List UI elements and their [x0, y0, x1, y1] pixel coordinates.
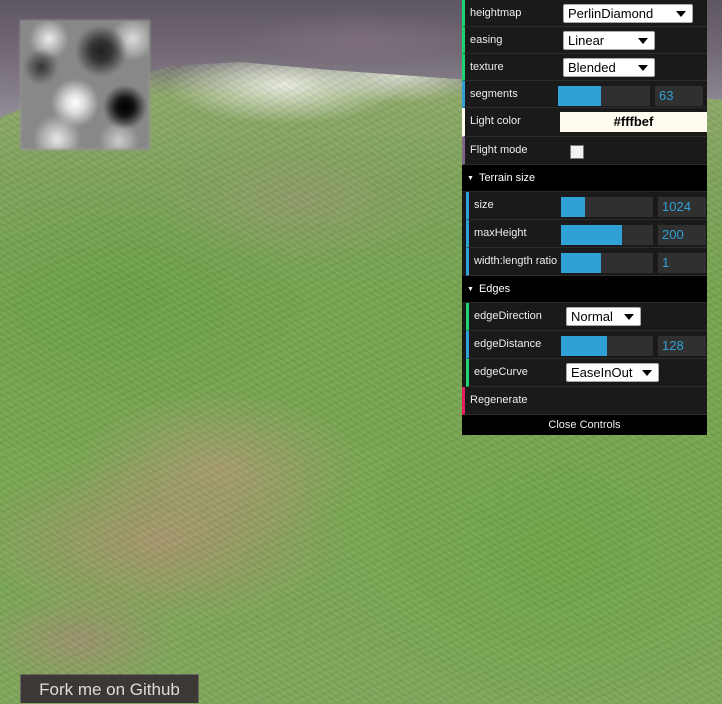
width-length-ratio-slider-fill [561, 253, 602, 273]
size-number-input[interactable]: 1024 [658, 197, 706, 217]
heightmap-label: heightmap [470, 7, 522, 19]
size-slider-fill [561, 197, 585, 217]
width-length-ratio-control: width:length ratio 1 [466, 248, 707, 276]
width-length-ratio-number-input[interactable]: 1 [658, 253, 706, 273]
chevron-down-icon [642, 370, 652, 376]
edge-curve-select[interactable]: EaseInOut [566, 363, 659, 382]
heightmap-select[interactable]: PerlinDiamond [563, 4, 693, 23]
segments-control: segments 63 [462, 81, 707, 108]
size-slider[interactable] [561, 197, 653, 217]
easing-label: easing [470, 34, 503, 46]
segments-slider[interactable] [558, 86, 650, 106]
edge-distance-label: edgeDistance [474, 338, 542, 350]
edge-direction-label: edgeDirection [474, 310, 542, 322]
edge-direction-select[interactable]: Normal [566, 307, 641, 326]
max-height-slider[interactable] [561, 225, 653, 245]
chevron-down-icon [624, 314, 634, 320]
chevron-down-icon [638, 65, 648, 71]
segments-slider-fill [558, 86, 602, 106]
triangle-down-icon: ▼ [467, 286, 474, 293]
edge-curve-control: edgeCurve EaseInOut [466, 359, 707, 387]
size-label: size [474, 199, 494, 211]
easing-value: Linear [568, 33, 605, 48]
edge-direction-value: Normal [571, 309, 613, 324]
heightmap-preview [20, 20, 150, 150]
heightmap-value: PerlinDiamond [568, 6, 654, 21]
edge-distance-control: edgeDistance 128 [466, 331, 707, 359]
edges-folder-title: Edges [478, 283, 511, 295]
chevron-down-icon [638, 38, 648, 44]
segments-label: segments [470, 88, 518, 100]
light-color-label: Light color [470, 115, 521, 127]
edge-curve-value: EaseInOut [571, 365, 633, 380]
triangle-down-icon: ▼ [467, 175, 474, 182]
light-color-control: Light color #fffbef [462, 108, 707, 137]
width-length-ratio-label: width:length ratio [474, 255, 558, 267]
easing-select[interactable]: Linear [563, 31, 655, 50]
easing-control: easing Linear [462, 27, 707, 54]
regenerate-label: Regenerate [470, 394, 528, 406]
texture-label: texture [470, 61, 504, 73]
edge-curve-label: edgeCurve [474, 366, 528, 378]
edges-folder: edgeDirection Normal edgeDistance 128 ed… [466, 303, 707, 387]
edge-distance-slider[interactable] [561, 336, 653, 356]
edge-direction-control: edgeDirection Normal [466, 303, 707, 331]
chevron-down-icon [676, 11, 686, 17]
terrain-size-folder: size 1024 maxHeight 200 width:length rat… [466, 192, 707, 276]
close-controls-button[interactable]: Close Controls [462, 415, 707, 435]
texture-select[interactable]: Blended [563, 58, 655, 77]
edge-distance-number-input[interactable]: 128 [658, 336, 706, 356]
max-height-label: maxHeight [474, 227, 527, 239]
size-control: size 1024 [466, 192, 707, 220]
light-color-input[interactable]: #fffbef [560, 112, 707, 132]
max-height-number-input[interactable]: 200 [658, 225, 706, 245]
flight-mode-control: Flight mode [462, 137, 707, 165]
segments-number-input[interactable]: 63 [655, 86, 703, 106]
edge-distance-slider-fill [561, 336, 607, 356]
regenerate-button[interactable]: Regenerate [462, 387, 707, 415]
flight-mode-checkbox[interactable] [570, 145, 584, 159]
controls-panel: heightmap PerlinDiamond easing Linear te… [462, 0, 707, 435]
texture-value: Blended [568, 60, 616, 75]
terrain-size-folder-toggle[interactable]: ▼ Terrain size [462, 165, 707, 192]
flight-mode-label: Flight mode [470, 144, 528, 156]
width-length-ratio-slider[interactable] [561, 253, 653, 273]
terrain-size-folder-title: Terrain size [478, 172, 536, 184]
max-height-control: maxHeight 200 [466, 220, 707, 248]
texture-control: texture Blended [462, 54, 707, 81]
heightmap-control: heightmap PerlinDiamond [462, 0, 707, 27]
fork-on-github-link[interactable]: Fork me on Github [20, 674, 199, 703]
edges-folder-toggle[interactable]: ▼ Edges [462, 276, 707, 303]
max-height-slider-fill [561, 225, 622, 245]
